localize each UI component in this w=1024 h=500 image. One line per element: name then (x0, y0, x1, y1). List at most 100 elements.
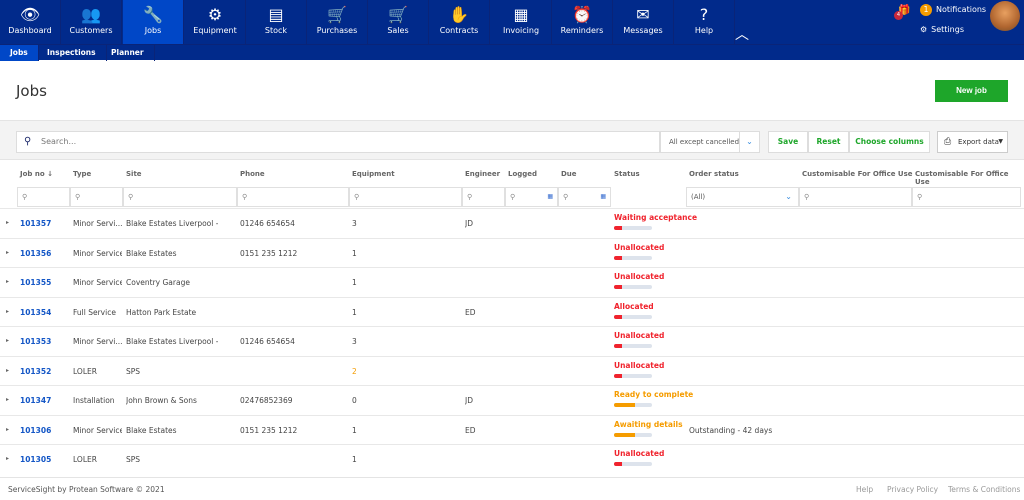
status-progress-bar (614, 285, 652, 289)
reset-button[interactable]: Reset (808, 131, 849, 153)
footer-privacy-link[interactable]: Privacy Policy (887, 485, 938, 494)
column-filter-input[interactable]: ⚲ (912, 187, 1021, 207)
notifications-link[interactable]: 1 Notifications (920, 4, 986, 16)
cell-type: Installation (73, 396, 115, 405)
expand-row-icon[interactable]: ▸ (6, 337, 9, 344)
subtab-jobs[interactable]: Jobs (0, 45, 39, 61)
column-header[interactable]: Phone (240, 170, 265, 178)
column-filter-input[interactable]: ⚲ (70, 187, 123, 207)
column-header[interactable]: Equipment (352, 170, 395, 178)
save-button[interactable]: Save (768, 131, 808, 153)
job-number-link[interactable]: 101353 (20, 337, 51, 346)
nav-stock[interactable]: ▤ Stock (246, 0, 307, 44)
job-number-link[interactable]: 101306 (20, 426, 51, 435)
stock-icon: ▤ (268, 5, 284, 24)
footer-terms-link[interactable]: Terms & Conditions (948, 485, 1020, 494)
column-filter-input[interactable]: ⚲ (462, 187, 505, 207)
cell-engineer: JD (465, 219, 473, 228)
table-row[interactable]: ▸ 101354 Full Service Hatton Park Estate 1 ED… (0, 296, 1024, 327)
toolbar: ⚲ Search... All except cancelled ⌄ Save Re… (0, 120, 1024, 160)
column-filter-input[interactable]: ⚲ (349, 187, 462, 207)
table-row[interactable]: ▸ 101352 LOLER SPS 2 Unallocated (0, 355, 1024, 386)
search-icon: ⚲ (510, 193, 516, 201)
cell-type: Minor Service (73, 278, 122, 287)
table-row[interactable]: ▸ 101305 LOLER SPS 1 Unallocated (0, 444, 1024, 474)
job-number-link[interactable]: 101356 (20, 249, 51, 258)
status-label: Unallocated (614, 331, 665, 340)
column-filter-input[interactable]: ⚲ ▦ (505, 187, 558, 207)
subtab-planner[interactable]: Planner (101, 45, 155, 61)
nav-jobs[interactable]: 🔧 Jobs (123, 0, 184, 44)
footer-help-link[interactable]: Help (856, 485, 873, 494)
nav-label: Reminders (560, 26, 604, 35)
settings-link[interactable]: ⚙ Settings (920, 25, 964, 34)
nav-equipment[interactable]: ⚙ Equipment (185, 0, 246, 44)
column-header[interactable]: Customisable For Office Use (802, 170, 913, 178)
column-header[interactable]: Due (561, 170, 577, 178)
expand-row-icon[interactable]: ▸ (6, 426, 9, 433)
job-number-link[interactable]: 101355 (20, 278, 51, 287)
export-data-button[interactable]: ⎙ Export data ▼ (937, 131, 1008, 153)
cell-equipment: 3 (352, 337, 357, 346)
calendar-icon[interactable]: ▦ (547, 188, 553, 206)
collapse-nav-button[interactable]: ︿ (735, 24, 749, 44)
filter-dropdown[interactable]: All except cancelled ⌄ (660, 131, 760, 153)
column-header[interactable]: Engineer (465, 170, 500, 178)
column-header[interactable]: Logged (508, 170, 537, 178)
status-label: Unallocated (614, 360, 665, 370)
column-header[interactable]: Site (126, 170, 142, 178)
search-input[interactable]: ⚲ Search... (16, 131, 660, 153)
table-row[interactable]: ▸ 101356 Minor Service Blake Estates 0151 23… (0, 237, 1024, 268)
choose-columns-button[interactable]: Choose columns (849, 131, 930, 153)
job-number-link[interactable]: 101354 (20, 308, 51, 317)
nav-invoicing[interactable]: ▦ Invoicing (491, 0, 552, 44)
avatar[interactable] (990, 1, 1020, 31)
nav-sales[interactable]: 🛒 Sales (368, 0, 429, 44)
column-filter-input[interactable]: ⚲ (123, 187, 237, 207)
column-header[interactable]: Status (614, 170, 640, 178)
expand-row-icon[interactable]: ▸ (6, 455, 9, 462)
expand-row-icon[interactable]: ▸ (6, 249, 9, 256)
filter-value: All except cancelled (669, 138, 740, 146)
status-label: Unallocated (614, 272, 665, 281)
column-header[interactable]: Job no ↓ (20, 170, 53, 178)
job-number-link[interactable]: 101347 (20, 396, 51, 405)
nav-contracts[interactable]: ✋ Contracts (429, 0, 490, 44)
nav-dashboard[interactable]: 👁 Dashboard (0, 0, 61, 44)
expand-row-icon[interactable]: ▸ (6, 396, 9, 403)
table-row[interactable]: ▸ 101353 Minor Servi... Blake Estates Liver… (0, 326, 1024, 356)
column-filter-input[interactable]: ⚲ (799, 187, 912, 207)
order-status-filter[interactable]: (All) ⌄ (686, 187, 799, 207)
column-header[interactable]: Order status (689, 170, 739, 178)
nav-reminders[interactable]: ⏰ Reminders (552, 0, 613, 44)
column-filter-input[interactable]: ⚲ ▦ (558, 187, 611, 207)
cell-site: SPS (126, 366, 141, 376)
subtab-inspections[interactable]: Inspections (37, 45, 107, 61)
table-row[interactable]: ▸ 101306 Minor Service Blake Estates 0151 23… (0, 414, 1024, 445)
nav-customers[interactable]: 👥 Customers (61, 0, 122, 44)
column-filter-input[interactable]: ⚲ (17, 187, 70, 207)
job-number-link[interactable]: 101352 (20, 367, 51, 376)
expand-row-icon[interactable]: ▸ (6, 367, 9, 374)
expand-row-icon[interactable]: ▸ (6, 278, 9, 285)
gift-icon[interactable]: 🎁 4 (894, 5, 910, 20)
status-progress-bar (614, 226, 652, 230)
nav-messages[interactable]: ✉ Messages (613, 0, 674, 44)
nav-help[interactable]: ? Help (674, 0, 735, 44)
footer: ServiceSight by Protean Software © 2021 … (0, 477, 1024, 500)
table-row[interactable]: ▸ 101357 Minor Servi... Blake Estates Liver… (0, 208, 1024, 238)
column-filter-input[interactable]: ⚲ (237, 187, 349, 207)
job-number-link[interactable]: 101305 (20, 455, 51, 464)
expand-row-icon[interactable]: ▸ (6, 219, 9, 226)
table-row[interactable]: ▸ 101355 Minor Service Coventry Garage 1 Unal… (0, 267, 1024, 297)
cart-down-icon: 🛒 (327, 5, 347, 24)
new-job-button[interactable]: New job (935, 80, 1008, 102)
column-header[interactable]: Type (73, 170, 91, 178)
job-number-link[interactable]: 101357 (20, 219, 51, 228)
expand-row-icon[interactable]: ▸ (6, 308, 9, 315)
calendar-icon[interactable]: ▦ (600, 188, 606, 206)
nav-purchases[interactable]: 🛒 Purchases (307, 0, 368, 44)
nav-label: Jobs (144, 26, 162, 35)
table-row[interactable]: ▸ 101347 Installation John Brown & Sons 0247… (0, 385, 1024, 415)
column-header[interactable]: Customisable For Office Use (915, 170, 1024, 186)
